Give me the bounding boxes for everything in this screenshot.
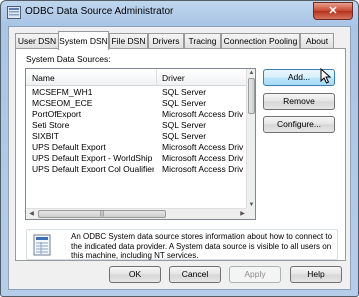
tab-system-dsn[interactable]: System DSN: [58, 31, 109, 50]
column-divider[interactable]: [156, 69, 157, 86]
tab-user-dsn[interactable]: User DSN: [15, 33, 59, 49]
row-name: Seti Store: [32, 120, 70, 130]
vertical-scrollbar[interactable]: ▲ ▼: [246, 69, 255, 209]
tab-about[interactable]: About: [300, 33, 334, 49]
row-name: UPS Default Export - WorldShip: [32, 153, 153, 163]
dialog-body: User DSN System DSN File DSN Drivers Tra…: [8, 26, 351, 290]
list-item[interactable]: UPS Default Export - WorldShip Microsoft…: [26, 153, 248, 164]
list-item[interactable]: UPS Default Export Col Qualifier Microso…: [26, 164, 248, 172]
list-header: Name Driver: [26, 69, 248, 86]
apply-button[interactable]: Apply: [229, 266, 281, 283]
data-source-info-icon: [33, 234, 51, 256]
help-button[interactable]: Help: [290, 266, 342, 283]
odbc-dialog-window: ODBC Data Source Administrator ✕ User DS…: [0, 0, 359, 297]
row-driver: SQL Server: [162, 131, 207, 141]
cancel-button[interactable]: Cancel: [169, 266, 221, 283]
info-description: An ODBC System data source stores inform…: [71, 232, 333, 260]
row-name: SIXBIT: [32, 131, 59, 141]
column-header-driver[interactable]: Driver: [162, 73, 185, 83]
scroll-left-arrow-icon[interactable]: ◀: [27, 210, 36, 219]
configure-button[interactable]: Configure...: [263, 116, 335, 133]
list-item[interactable]: MCSEOM_ECE SQL Server: [26, 98, 248, 109]
info-box: An ODBC System data source stores inform…: [26, 229, 338, 260]
data-sources-list[interactable]: Name Driver MCSEFM_WH1 SQL Server MCSEOM…: [25, 68, 256, 220]
list-item[interactable]: MCSEFM_WH1 SQL Server: [26, 87, 248, 98]
row-driver: Microsoft Access Driv: [162, 153, 244, 163]
row-name: UPS Default Export Col Qualifier: [32, 164, 154, 172]
row-driver: Microsoft Access Driv: [162, 164, 244, 172]
close-button[interactable]: ✕: [313, 2, 353, 20]
system-dsn-panel: System Data Sources: Name Driver MCSEFM_…: [15, 48, 346, 261]
tab-tracing[interactable]: Tracing: [184, 33, 221, 49]
row-name: UPS Default Export: [32, 142, 106, 152]
list-item[interactable]: SIXBIT SQL Server: [26, 131, 248, 142]
horizontal-scrollbar[interactable]: ◀ ||| ▶: [26, 208, 248, 219]
list-item[interactable]: UPS Default Export Microsoft Access Driv: [26, 142, 248, 153]
title-bar[interactable]: ODBC Data Source Administrator ✕: [1, 1, 358, 25]
scroll-up-arrow-icon[interactable]: ▲: [248, 69, 255, 77]
tab-strip: User DSN System DSN File DSN Drivers Tra…: [15, 31, 347, 50]
row-driver: Microsoft Access Driv: [162, 109, 244, 119]
row-name: MCSEFM_WH1: [32, 87, 93, 97]
horizontal-scroll-thumb[interactable]: |||: [38, 210, 166, 218]
tab-file-dsn[interactable]: File DSN: [109, 33, 148, 49]
row-name: MCSEOM_ECE: [32, 98, 93, 108]
row-driver: SQL Server: [162, 120, 207, 130]
row-driver: SQL Server: [162, 98, 207, 108]
window-title: ODBC Data Source Administrator: [25, 6, 174, 17]
odbc-app-icon: [7, 6, 21, 19]
list-item[interactable]: PortOfExport Microsoft Access Driv: [26, 109, 248, 120]
mouse-pointer-icon: [320, 68, 332, 84]
tab-connection-pooling[interactable]: Connection Pooling: [221, 33, 300, 49]
list-item[interactable]: Seti Store SQL Server: [26, 120, 248, 131]
row-name: PortOfExport: [32, 109, 82, 119]
column-header-name[interactable]: Name: [32, 73, 55, 83]
scrollbar-corner: [246, 208, 255, 219]
tab-drivers[interactable]: Drivers: [148, 33, 184, 49]
system-data-sources-label: System Data Sources:: [26, 54, 111, 64]
ok-button[interactable]: OK: [109, 266, 161, 283]
row-driver: Microsoft Access Driv: [162, 142, 244, 152]
remove-button[interactable]: Remove: [263, 93, 335, 110]
row-driver: SQL Server: [162, 87, 207, 97]
list-rows: MCSEFM_WH1 SQL Server MCSEOM_ECE SQL Ser…: [26, 86, 248, 200]
vertical-scroll-thumb[interactable]: [248, 78, 255, 114]
